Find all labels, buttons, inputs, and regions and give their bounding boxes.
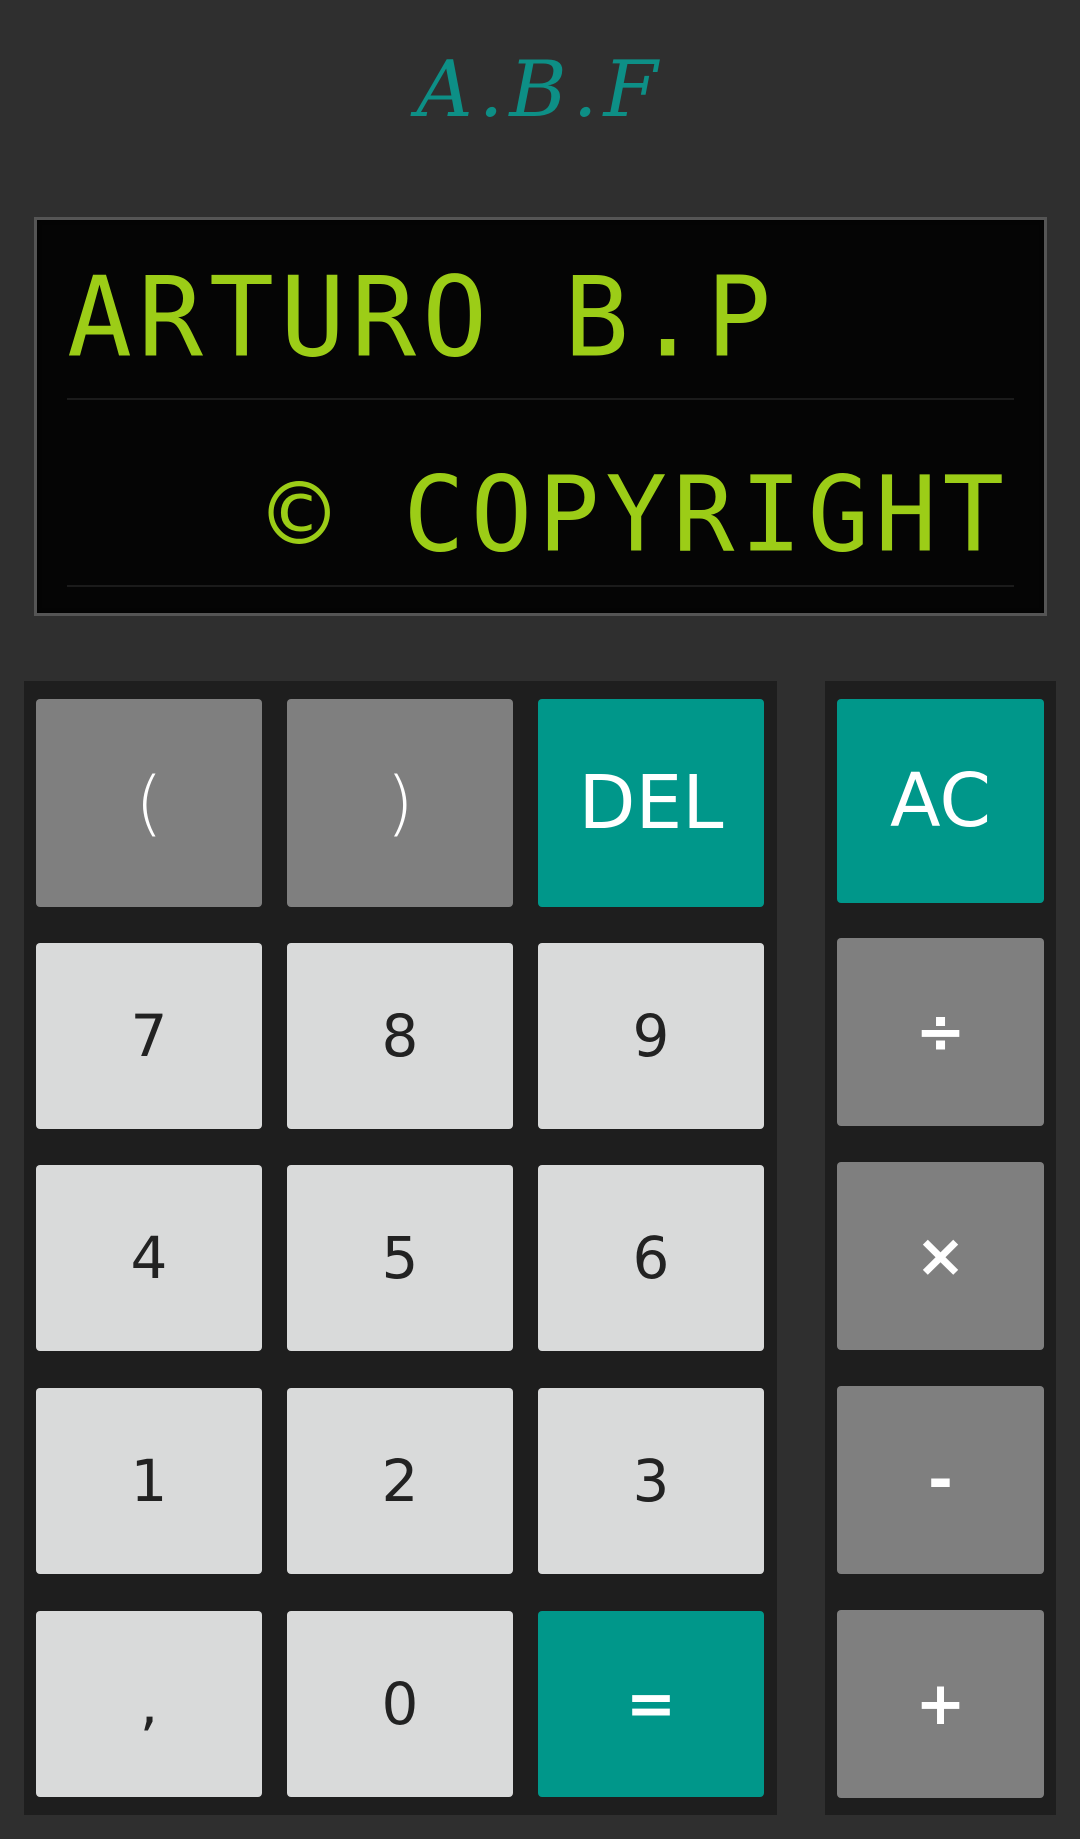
- display-expression: ARTURO B.P: [67, 254, 778, 383]
- minus-button[interactable]: -: [837, 1386, 1044, 1574]
- display-result: © COPYRIGHT: [268, 454, 1010, 577]
- calculator-app: A.B.F ARTURO B.P © COPYRIGHT ( ) DEL 7 8…: [0, 0, 1080, 1839]
- digit-1-button[interactable]: 1: [36, 1388, 262, 1574]
- plus-button[interactable]: +: [837, 1610, 1044, 1798]
- number-keypad: ( ) DEL 7 8 9 4 5 6 1 2 3 , 0 =: [24, 681, 777, 1815]
- digit-8-button[interactable]: 8: [287, 943, 513, 1129]
- digit-7-button[interactable]: 7: [36, 943, 262, 1129]
- divide-button[interactable]: ÷: [837, 938, 1044, 1126]
- close-paren-button[interactable]: ): [287, 699, 513, 907]
- multiply-button[interactable]: ×: [837, 1162, 1044, 1350]
- digit-6-button[interactable]: 6: [538, 1165, 764, 1351]
- brand-logo: A.B.F: [416, 45, 664, 135]
- digit-9-button[interactable]: 9: [538, 943, 764, 1129]
- comma-button[interactable]: ,: [36, 1611, 262, 1797]
- open-paren-button[interactable]: (: [36, 699, 262, 907]
- display-divider: [67, 398, 1014, 400]
- digit-4-button[interactable]: 4: [36, 1165, 262, 1351]
- digit-0-button[interactable]: 0: [287, 1611, 513, 1797]
- digit-2-button[interactable]: 2: [287, 1388, 513, 1574]
- digit-5-button[interactable]: 5: [287, 1165, 513, 1351]
- all-clear-button[interactable]: AC: [837, 699, 1044, 903]
- digit-3-button[interactable]: 3: [538, 1388, 764, 1574]
- delete-button[interactable]: DEL: [538, 699, 764, 907]
- equals-button[interactable]: =: [538, 1611, 764, 1797]
- lcd-display: ARTURO B.P © COPYRIGHT: [34, 217, 1047, 616]
- display-divider: [67, 585, 1014, 587]
- operator-keypad: AC ÷ × - +: [825, 681, 1056, 1815]
